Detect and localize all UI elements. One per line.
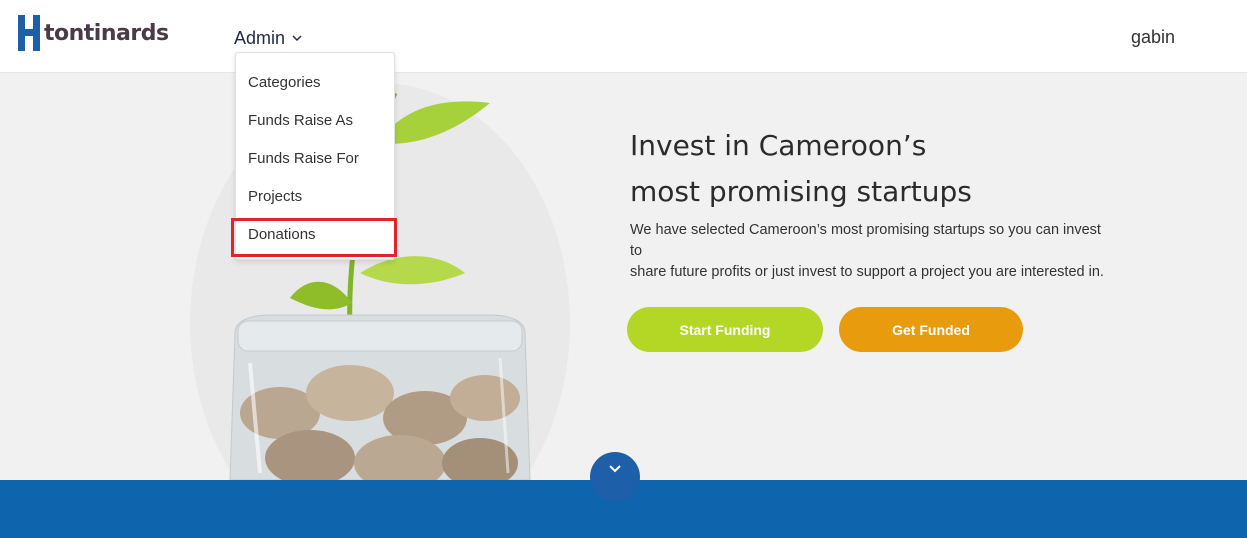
lead-line-2: share future profits or just invest to s… — [630, 264, 1104, 280]
headline-line-1: Invest in Cameroon’s — [630, 129, 927, 162]
hero-headline: Invest in Cameroon’s most promising star… — [630, 123, 972, 215]
menu-item-categories[interactable]: Categories — [236, 63, 394, 101]
menu-item-donations[interactable]: Donations — [236, 215, 394, 253]
hero-section: Invest in Cameroon’s most promising star… — [0, 73, 1247, 480]
top-navbar: tontinards Admin gabin — [0, 0, 1247, 73]
menu-item-funds-raise-as[interactable]: Funds Raise As — [236, 101, 394, 139]
brand-logo[interactable]: tontinards — [18, 15, 169, 51]
chevron-down-icon — [609, 465, 621, 473]
headline-line-2: most promising startups — [630, 175, 972, 208]
admin-menu-label: Admin — [234, 27, 286, 48]
start-funding-button[interactable]: Start Funding — [627, 307, 823, 352]
scroll-down-button[interactable] — [590, 452, 640, 502]
admin-dropdown-menu: Categories Funds Raise As Funds Raise Fo… — [235, 52, 395, 260]
user-menu[interactable]: gabin — [1131, 27, 1175, 48]
hero-lead-text: We have selected Cameroon’s most promisi… — [630, 220, 1110, 283]
logo-mark-icon — [18, 15, 40, 51]
chevron-down-icon — [292, 35, 302, 42]
logo-text: tontinards — [44, 20, 169, 46]
get-funded-button[interactable]: Get Funded — [839, 307, 1023, 352]
admin-menu-toggle[interactable]: Admin — [234, 26, 303, 50]
menu-item-projects[interactable]: Projects — [236, 177, 394, 215]
menu-item-funds-raise-for[interactable]: Funds Raise For — [236, 139, 394, 177]
lead-line-1: We have selected Cameroon’s most promisi… — [630, 222, 1101, 259]
